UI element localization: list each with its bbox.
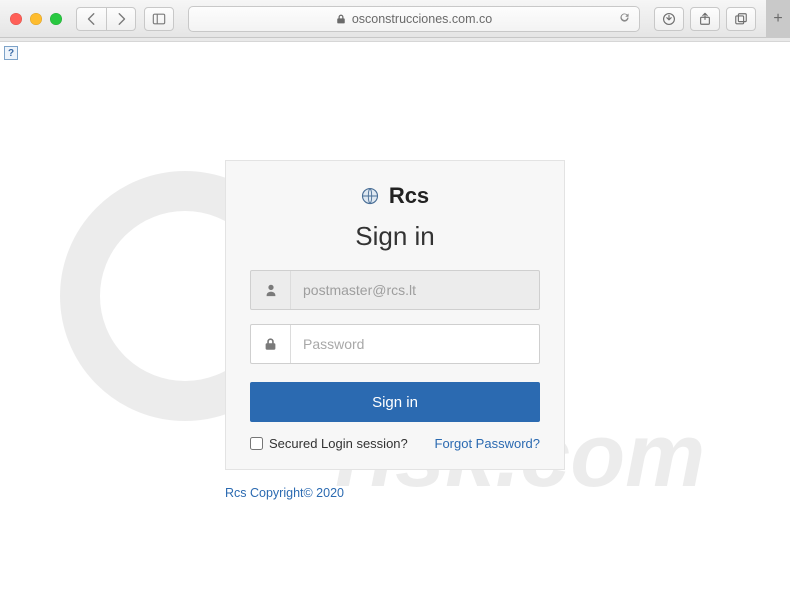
new-tab-button[interactable]: + bbox=[766, 0, 790, 38]
reload-button[interactable] bbox=[618, 11, 631, 27]
secured-session-checkbox[interactable] bbox=[250, 437, 263, 450]
broken-image-glyph: ? bbox=[8, 48, 14, 59]
plus-icon: + bbox=[773, 10, 782, 28]
email-field-row bbox=[250, 270, 540, 310]
share-button[interactable] bbox=[690, 7, 720, 31]
chevron-left-icon bbox=[85, 12, 99, 26]
password-field[interactable] bbox=[291, 325, 539, 363]
globe-icon bbox=[361, 187, 379, 205]
email-field[interactable] bbox=[291, 271, 539, 309]
download-icon bbox=[662, 12, 676, 26]
reload-icon bbox=[618, 11, 631, 24]
toolbar-right bbox=[654, 7, 756, 31]
share-icon bbox=[698, 12, 712, 26]
brand: Rcs bbox=[250, 183, 540, 209]
window-minimize-button[interactable] bbox=[30, 13, 42, 25]
address-bar[interactable]: osconstrucciones.com.co bbox=[188, 6, 640, 32]
page-viewport: ? PC risk.com Rcs Sign in bbox=[0, 42, 790, 590]
nav-back-forward bbox=[76, 7, 136, 31]
lock-icon bbox=[336, 13, 346, 25]
downloads-button[interactable] bbox=[654, 7, 684, 31]
lock-field-icon bbox=[251, 325, 291, 363]
tabs-icon bbox=[734, 12, 748, 26]
user-icon bbox=[251, 271, 291, 309]
signin-button[interactable]: Sign in bbox=[250, 382, 540, 422]
forgot-password-link[interactable]: Forgot Password? bbox=[435, 436, 541, 451]
window-controls bbox=[10, 13, 62, 25]
sidebar-toggle-button[interactable] bbox=[144, 7, 174, 31]
nav-back-button[interactable] bbox=[76, 7, 106, 31]
secured-session-label: Secured Login session? bbox=[269, 436, 408, 451]
tabs-overview-button[interactable] bbox=[726, 7, 756, 31]
address-url-text: osconstrucciones.com.co bbox=[352, 12, 492, 26]
card-footer: Secured Login session? Forgot Password? bbox=[250, 436, 540, 451]
login-card: Rcs Sign in Sign in Secured Login s bbox=[225, 160, 565, 470]
nav-forward-button[interactable] bbox=[106, 7, 136, 31]
password-field-row bbox=[250, 324, 540, 364]
sidebar-icon bbox=[152, 12, 166, 26]
window-maximize-button[interactable] bbox=[50, 13, 62, 25]
person-icon bbox=[264, 283, 278, 297]
browser-toolbar: osconstrucciones.com.co + bbox=[0, 0, 790, 38]
window-close-button[interactable] bbox=[10, 13, 22, 25]
copyright-text: Rcs Copyright© 2020 bbox=[225, 486, 565, 500]
secured-session-option[interactable]: Secured Login session? bbox=[250, 436, 408, 451]
login-card-wrapper: Rcs Sign in Sign in Secured Login s bbox=[225, 160, 565, 500]
broken-image-icon: ? bbox=[4, 46, 18, 60]
brand-name: Rcs bbox=[389, 183, 429, 209]
lock-icon bbox=[264, 337, 277, 351]
signin-heading: Sign in bbox=[250, 221, 540, 252]
chevron-right-icon bbox=[114, 12, 128, 26]
